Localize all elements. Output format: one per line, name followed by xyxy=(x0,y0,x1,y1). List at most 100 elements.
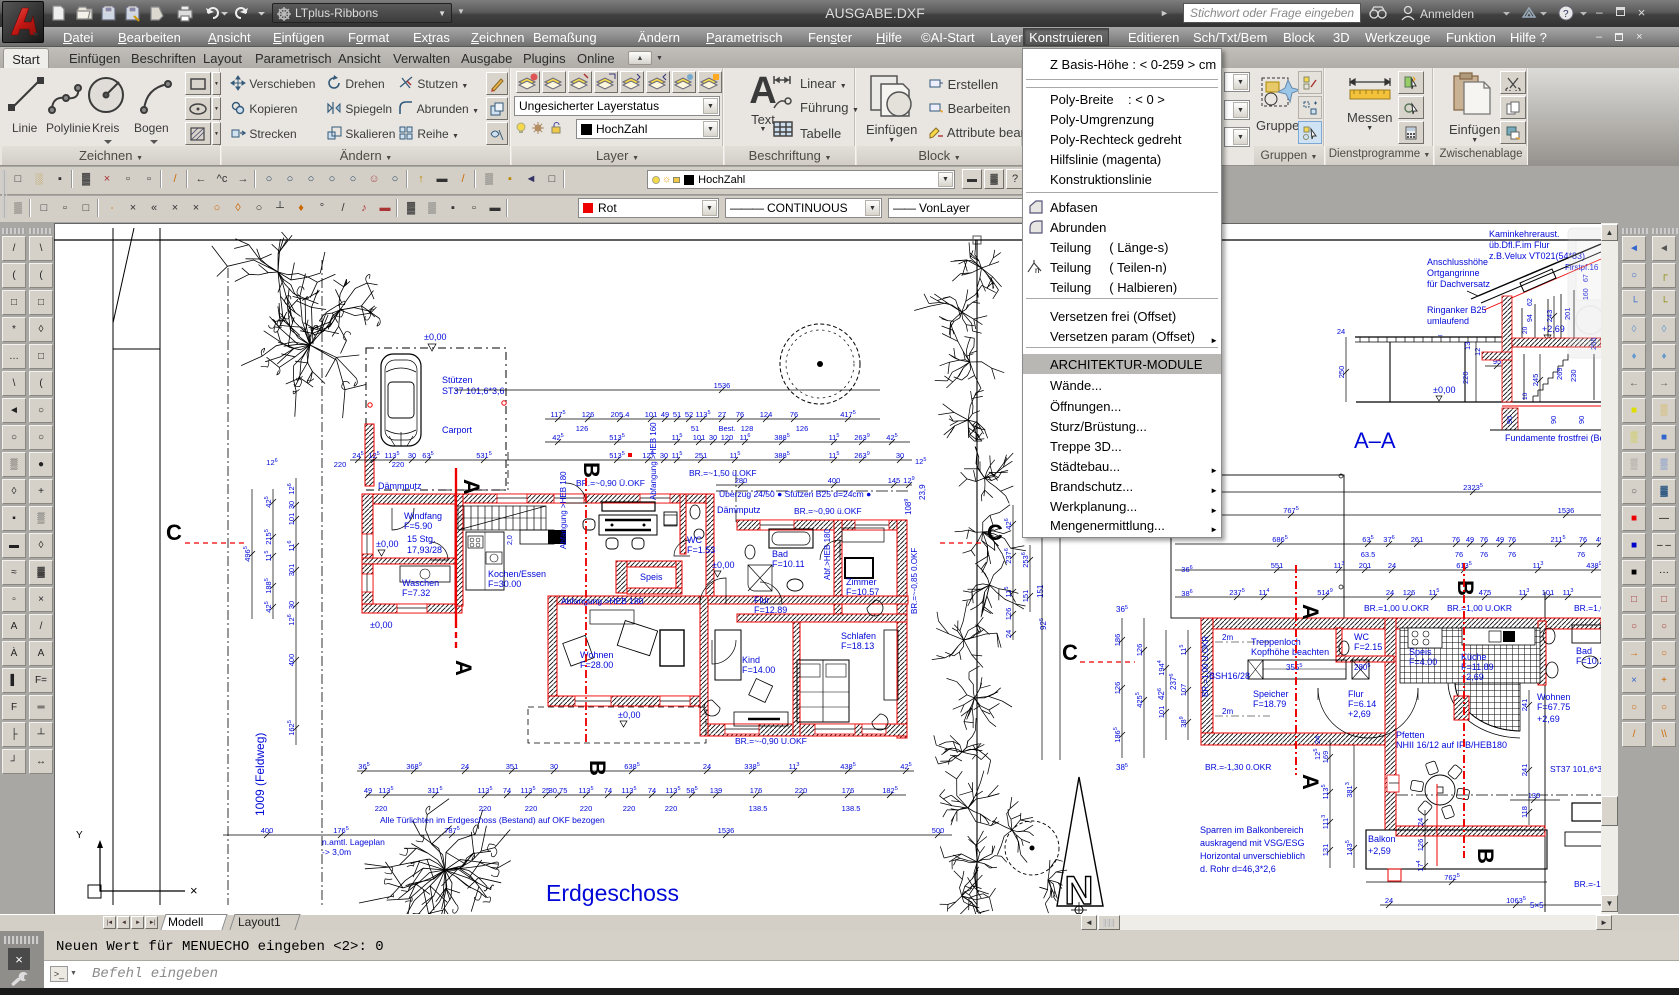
svg-text:169: 169 xyxy=(1321,751,1330,764)
svg-text:Fundamente frostfrei (Best: Fundamente frostfrei (Best xyxy=(1505,433,1601,443)
svg-text:269: 269 xyxy=(1555,367,1564,380)
svg-text:F=18.79: F=18.79 xyxy=(1253,699,1286,709)
svg-text:1135: 1135 xyxy=(384,451,399,460)
svg-text:3385: 3385 xyxy=(744,762,760,771)
svg-text:76: 76 xyxy=(736,410,744,419)
svg-text:400: 400 xyxy=(287,654,296,667)
svg-text:F=2.15: F=2.15 xyxy=(1354,642,1382,652)
svg-text:120: 120 xyxy=(721,433,734,442)
svg-text:4175: 4175 xyxy=(840,410,856,419)
svg-text:3885: 3885 xyxy=(774,451,790,460)
svg-text:2376: 2376 xyxy=(1004,548,1013,564)
svg-text:24: 24 xyxy=(461,762,469,771)
svg-text:425: 425 xyxy=(900,762,911,771)
svg-text:27: 27 xyxy=(718,410,726,419)
svg-text:2376: 2376 xyxy=(1169,674,1178,690)
svg-text:Schlafen: Schlafen xyxy=(841,631,876,641)
svg-text:Kochen/Essen: Kochen/Essen xyxy=(488,569,546,579)
svg-text:101: 101 xyxy=(1542,588,1555,597)
svg-text:F=10.2: F=10.2 xyxy=(1576,656,1601,666)
svg-text:49: 49 xyxy=(661,410,669,419)
svg-text:1113: 1113 xyxy=(1321,815,1330,829)
svg-text:101: 101 xyxy=(645,410,658,419)
svg-text:2536: 2536 xyxy=(1021,552,1030,568)
svg-text:23,9: 23,9 xyxy=(918,484,927,500)
svg-text:1135: 1135 xyxy=(665,786,680,795)
svg-text:F=11.89: F=11.89 xyxy=(1461,662,1494,672)
svg-text:115: 115 xyxy=(672,451,683,460)
svg-text:Ringanker B25: Ringanker B25 xyxy=(1427,305,1487,315)
svg-text:+2,69: +2,69 xyxy=(1537,714,1560,724)
svg-text:4389: 4389 xyxy=(1586,561,1601,570)
svg-text:126: 126 xyxy=(576,424,589,433)
svg-text:F=1.53: F=1.53 xyxy=(687,545,715,555)
svg-text:176: 176 xyxy=(842,786,855,795)
svg-text:500: 500 xyxy=(932,826,945,835)
svg-text:129: 129 xyxy=(903,476,914,485)
svg-text:251: 251 xyxy=(695,451,708,460)
svg-text:Kaminkehreraust.: Kaminkehreraust. xyxy=(1489,229,1560,239)
svg-text:74: 74 xyxy=(503,786,511,795)
svg-text:30: 30 xyxy=(709,433,717,442)
svg-text:BSH16/28: BSH16/28 xyxy=(1209,671,1250,681)
svg-text:113: 113 xyxy=(1533,561,1544,570)
svg-text:426: 426 xyxy=(1157,688,1166,700)
svg-text:389: 389 xyxy=(1179,716,1188,727)
svg-text:101: 101 xyxy=(693,433,706,442)
svg-text:1865: 1865 xyxy=(1113,727,1122,743)
svg-text:62: 62 xyxy=(1527,298,1534,306)
svg-text:1135: 1135 xyxy=(695,410,710,419)
svg-text:Dämmputz: Dämmputz xyxy=(717,505,761,515)
svg-text:2,0: 2,0 xyxy=(507,535,514,545)
svg-text:2m: 2m xyxy=(1222,633,1233,642)
svg-text:126: 126 xyxy=(1113,682,1122,695)
svg-text:?: ? xyxy=(1563,9,1569,20)
svg-text:151: 151 xyxy=(1021,590,1030,603)
svg-text:1135: 1135 xyxy=(578,786,593,795)
svg-text:400: 400 xyxy=(261,826,274,835)
svg-text:F=14.00: F=14.00 xyxy=(742,665,775,675)
svg-text:für Dachversatz: für Dachversatz xyxy=(1427,279,1491,289)
svg-text:NHII 16/12 auf IPB/HEB180: NHII 16/12 auf IPB/HEB180 xyxy=(1396,740,1507,750)
svg-text:1625: 1625 xyxy=(287,720,296,736)
svg-text:151: 151 xyxy=(1036,584,1045,598)
svg-text:Best.: Best. xyxy=(718,424,735,433)
svg-text:176: 176 xyxy=(750,786,763,795)
svg-text:126: 126 xyxy=(1416,839,1425,852)
svg-text:49: 49 xyxy=(1466,535,1474,544)
svg-text:n.amtl. Lageplan: n.amtl. Lageplan xyxy=(322,837,385,847)
svg-text:63.5: 63.5 xyxy=(1361,550,1376,559)
svg-text:üb.Dfl.F.im Flur: üb.Dfl.F.im Flur xyxy=(1489,240,1550,250)
svg-text:2639: 2639 xyxy=(854,451,870,460)
svg-text:76: 76 xyxy=(790,410,798,419)
svg-text:138.5: 138.5 xyxy=(842,804,861,813)
svg-text:126: 126 xyxy=(287,614,296,625)
svg-text:76: 76 xyxy=(1579,535,1587,544)
svg-text:6385: 6385 xyxy=(624,762,640,771)
svg-text:243: 243 xyxy=(1545,310,1554,323)
svg-text:2805: 2805 xyxy=(1354,663,1370,672)
svg-text:–: – xyxy=(1438,331,1443,340)
svg-text:113: 113 xyxy=(1334,561,1345,570)
svg-text:220: 220 xyxy=(334,460,347,469)
svg-text:4255: 4255 xyxy=(1135,692,1144,708)
svg-text:205.4: 205.4 xyxy=(611,410,630,419)
svg-text:241: 241 xyxy=(1520,764,1529,777)
svg-text:C: C xyxy=(1062,640,1078,665)
svg-text:±0,00: ±0,00 xyxy=(370,620,392,630)
svg-text:F=4.00: F=4.00 xyxy=(1409,657,1437,667)
svg-text:ST37 101,6*3,: ST37 101,6*3, xyxy=(1550,764,1601,774)
svg-text:Flur: Flur xyxy=(1348,689,1364,699)
svg-text:+2,59: +2,59 xyxy=(1368,846,1391,856)
svg-text:585: 585 xyxy=(686,786,697,795)
svg-text:umlaufend: umlaufend xyxy=(1427,316,1469,326)
svg-text:Linie: Linie xyxy=(12,121,38,135)
svg-text:301: 301 xyxy=(287,564,296,577)
svg-text:220: 220 xyxy=(580,804,593,813)
svg-text:76: 76 xyxy=(1577,550,1585,559)
svg-text:5149: 5149 xyxy=(1317,588,1333,597)
svg-text:250: 250 xyxy=(1337,366,1346,379)
svg-text:24: 24 xyxy=(1416,818,1425,826)
svg-text:d. Rohr d=46,3*2,6: d. Rohr d=46,3*2,6 xyxy=(1200,864,1276,874)
svg-text:Abfangung >HEB 180: Abfangung >HEB 180 xyxy=(559,471,568,549)
